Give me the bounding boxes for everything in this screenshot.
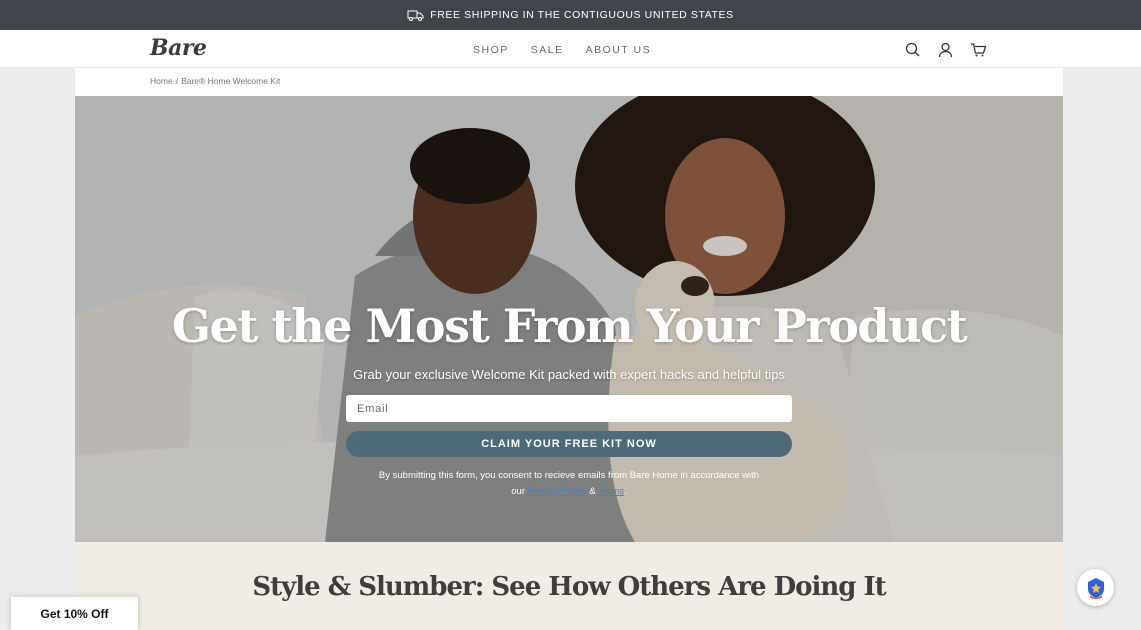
consent-prefix: our <box>511 486 525 497</box>
breadcrumb-separator: / <box>175 76 179 86</box>
reward-badge-icon[interactable] <box>1077 569 1114 606</box>
search-icon[interactable] <box>904 41 921 58</box>
nav-sale[interactable]: SALE <box>531 44 564 56</box>
breadcrumb-home[interactable]: Home <box>150 76 173 86</box>
announcement-bar: FREE SHIPPING IN THE CONTIGUOUS UNITED S… <box>0 0 1141 30</box>
breadcrumb: Home / Bare® Home Welcome Kit <box>150 76 280 86</box>
discount-popup-button[interactable]: Get 10% Off <box>11 597 138 630</box>
hero-headline: Get the Most From Your Product <box>171 299 968 353</box>
gallery-section: Style & Slumber: See How Others Are Doin… <box>75 542 1063 630</box>
email-input[interactable] <box>346 395 792 422</box>
breadcrumb-current: Bare® Home Welcome Kit <box>181 76 281 86</box>
hero-subline: Grab your exclusive Welcome Kit packed w… <box>353 367 785 382</box>
nav-shop[interactable]: SHOP <box>473 44 509 56</box>
truck-icon <box>407 10 424 21</box>
site-header: Bare SHOP SALE ABOUT US <box>0 30 1141 68</box>
account-icon[interactable] <box>937 41 954 58</box>
consent-line: By submitting this form, you consent to … <box>378 470 760 481</box>
header-icons <box>904 41 987 58</box>
announcement-text: FREE SHIPPING IN THE CONTIGUOUS UNITED S… <box>430 9 734 21</box>
cart-icon[interactable] <box>970 41 987 58</box>
nav-about-us[interactable]: ABOUT US <box>586 44 651 56</box>
consent-text: By submitting this form, you consent to … <box>75 468 1063 500</box>
privacy-policy-link[interactable]: Privacy Policy <box>528 486 587 497</box>
claim-kit-button[interactable]: CLAIM YOUR FREE KIT NOW <box>346 431 792 457</box>
consent-amp: & <box>589 486 596 497</box>
hero-banner: Get the Most From Your Product Grab your… <box>75 96 1063 542</box>
section-title: Style & Slumber: See How Others Are Doin… <box>252 572 886 602</box>
page-content: Home / Bare® Home Welcome Kit Get the Mo… <box>75 68 1063 630</box>
terms-link[interactable]: Terms <box>598 486 624 497</box>
logo[interactable]: Bare <box>150 35 207 61</box>
consent-period: . <box>624 486 627 497</box>
main-nav: SHOP SALE ABOUT US <box>473 44 651 56</box>
